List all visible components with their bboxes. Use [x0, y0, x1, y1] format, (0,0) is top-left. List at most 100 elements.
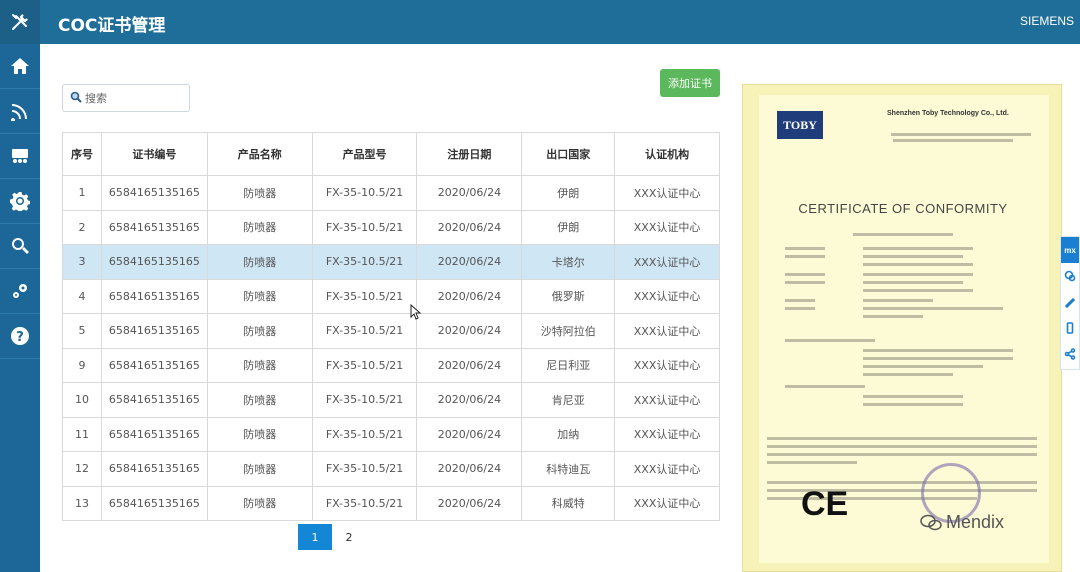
cell-country: 卡塔尔 [521, 244, 616, 280]
table-row[interactable]: 10 6584165135165 防喷器 FX-35-10.5/21 2020/06/2… [62, 382, 720, 418]
search-icon [70, 91, 82, 103]
cell-product-name: 防喷器 [206, 209, 313, 245]
fine-print-line [785, 247, 825, 250]
cell-reg-date: 2020/06/24 [416, 416, 523, 452]
cell-product-name: 防喷器 [206, 175, 313, 211]
cell-seq: 9 [62, 347, 102, 383]
svg-text:?: ? [16, 330, 24, 345]
fine-print-line [863, 247, 973, 250]
fine-print-line [863, 373, 953, 376]
table-row[interactable]: 3 6584165135165 防喷器 FX-35-10.5/21 2020/06/24… [62, 244, 720, 280]
fine-print-line [785, 273, 825, 276]
cell-reg-date: 2020/06/24 [416, 485, 523, 521]
table-row[interactable]: 11 6584165135165 防喷器 FX-35-10.5/21 2020/06/2… [62, 416, 720, 452]
column-header[interactable]: 证书编号 [100, 132, 208, 176]
sidebar-item-wifi[interactable] [0, 89, 40, 134]
search-box[interactable] [62, 84, 190, 112]
fine-print-line [893, 139, 1013, 142]
fine-print-line [863, 395, 963, 398]
pen-icon[interactable] [1061, 289, 1079, 315]
ce-mark: CE [801, 485, 849, 523]
column-header[interactable]: 出口国家 [521, 132, 616, 176]
cell-product-name: 防喷器 [206, 485, 313, 521]
cell-product-name: 防喷器 [206, 382, 313, 418]
cell-org: XXX认证中心 [614, 416, 720, 452]
cell-product-model: FX-35-10.5/21 [311, 347, 418, 383]
sidebar-item-users[interactable] [0, 134, 40, 179]
fine-print-line [785, 281, 825, 284]
fine-print-line [863, 255, 963, 258]
certificate-table: 序号 证书编号 产品名称 产品型号 注册日期 出口国家 认证机构 1 658416… [62, 132, 720, 521]
cell-org: XXX认证中心 [614, 244, 720, 280]
column-header[interactable]: 产品型号 [311, 132, 418, 176]
share-icon[interactable] [1061, 341, 1079, 367]
certificate-image: TOBY Shenzhen Toby Technology Co., Ltd. … [742, 84, 1062, 572]
main-content: 添加证书 序号 证书编号 产品名称 产品型号 注册日期 出口国家 认证机构 16… [40, 44, 740, 572]
cell-reg-date: 2020/06/24 [416, 209, 523, 245]
fine-print-line [767, 437, 1037, 440]
sidebar-item-settings[interactable] [0, 179, 40, 224]
table-row[interactable]: 9 6584165135165 防喷器 FX-35-10.5/21 2020/06/24… [62, 347, 720, 383]
column-header[interactable]: 认证机构 [614, 132, 720, 176]
cell-reg-date: 2020/06/24 [416, 244, 523, 280]
table-row[interactable]: 12 6584165135165 防喷器 FX-35-10.5/21 2020/06/2… [62, 451, 720, 487]
fine-print-line [785, 385, 865, 388]
sidebar-item-help[interactable]: ? [0, 314, 40, 359]
home-icon [11, 58, 29, 74]
cell-product-model: FX-35-10.5/21 [311, 485, 418, 521]
toby-logo: TOBY [777, 111, 823, 139]
mx-badge[interactable]: mx [1061, 237, 1079, 263]
cell-country: 肯尼亚 [521, 382, 616, 418]
cell-seq: 1 [62, 175, 102, 211]
wechat-icon [920, 514, 942, 530]
page-title: COC证书管理 [58, 16, 166, 36]
cell-cert-no: 6584165135165 [100, 209, 208, 245]
phone-icon[interactable] [1061, 315, 1079, 341]
add-certificate-button[interactable]: 添加证书 [660, 69, 720, 97]
chat-icon[interactable] [1061, 263, 1079, 289]
table-row[interactable]: 2 6584165135165 防喷器 FX-35-10.5/21 2020/06/24… [62, 209, 720, 245]
fine-print-line [785, 307, 815, 310]
fine-print-line [863, 299, 933, 302]
cell-seq: 4 [62, 278, 102, 314]
cell-reg-date: 2020/06/24 [416, 278, 523, 314]
fine-print-line [767, 445, 1037, 448]
fine-print-line [853, 233, 953, 236]
brand-logo: SIEMENS [1019, 14, 1074, 28]
fine-print-line [863, 281, 963, 284]
column-header[interactable]: 序号 [62, 132, 102, 176]
column-header[interactable]: 产品名称 [206, 132, 313, 176]
column-header[interactable]: 注册日期 [416, 132, 523, 176]
cell-cert-no: 6584165135165 [100, 347, 208, 383]
cell-seq: 11 [62, 416, 102, 452]
table-row[interactable]: 4 6584165135165 防喷器 FX-35-10.5/21 2020/06/24… [62, 278, 720, 314]
page-button-2[interactable]: 2 [332, 524, 366, 550]
cell-product-name: 防喷器 [206, 416, 313, 452]
cell-seq: 10 [62, 382, 102, 418]
sidebar-item-search[interactable] [0, 224, 40, 269]
cell-reg-date: 2020/06/24 [416, 382, 523, 418]
gear-icon [10, 192, 30, 211]
wifi-icon [11, 104, 27, 121]
sidebar-item-home[interactable] [0, 44, 40, 89]
fine-print-line [863, 357, 1013, 360]
cell-product-model: FX-35-10.5/21 [311, 451, 418, 487]
cell-product-name: 防喷器 [206, 278, 313, 314]
cell-country: 伊朗 [521, 175, 616, 211]
cell-cert-no: 6584165135165 [100, 313, 208, 349]
top-header: COC证书管理 SIEMENS [0, 0, 1080, 44]
cell-country: 科特迪瓦 [521, 451, 616, 487]
search-input[interactable] [85, 88, 185, 108]
sidebar-item-config[interactable] [0, 269, 40, 314]
tools-icon[interactable] [0, 0, 40, 44]
cell-org: XXX认证中心 [614, 451, 720, 487]
floating-toolbar: mx [1060, 236, 1080, 370]
table-row[interactable]: 13 6584165135165 防喷器 FX-35-10.5/21 2020/06/2… [62, 485, 720, 521]
cell-reg-date: 2020/06/24 [416, 347, 523, 383]
table-row[interactable]: 1 6584165135165 防喷器 FX-35-10.5/21 2020/06/24… [62, 175, 720, 211]
cell-product-model: FX-35-10.5/21 [311, 313, 418, 349]
fine-print-line [863, 349, 1013, 352]
table-row[interactable]: 5 6584165135165 防喷器 FX-35-10.5/21 2020/06/24… [62, 313, 720, 349]
page-button-1[interactable]: 1 [298, 524, 332, 550]
cell-org: XXX认证中心 [614, 209, 720, 245]
